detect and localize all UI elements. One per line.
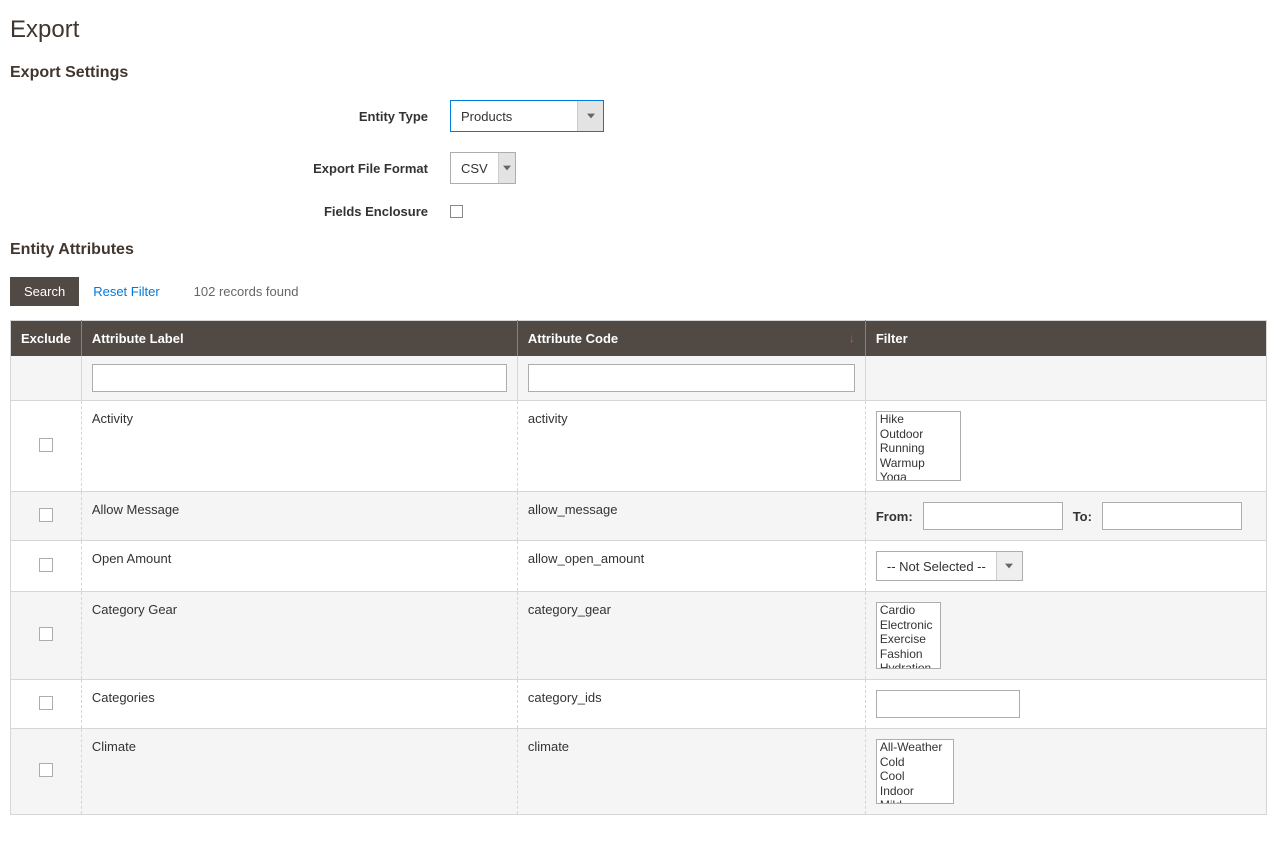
option[interactable]: Yoga xyxy=(877,470,960,481)
entity-attributes-heading: Entity Attributes xyxy=(10,241,1267,259)
attr-label: Climate xyxy=(81,729,517,815)
exclude-checkbox[interactable] xyxy=(39,558,53,572)
filter-attr-code-input[interactable] xyxy=(528,364,855,392)
option[interactable]: Indoor xyxy=(877,784,953,799)
open-amount-select[interactable]: -- Not Selected -- xyxy=(876,551,1023,581)
activity-multiselect[interactable]: Hike Outdoor Running Warmup Yoga xyxy=(876,411,961,481)
export-settings-heading: Export Settings xyxy=(10,64,1267,82)
chevron-down-icon xyxy=(498,153,515,183)
climate-multiselect[interactable]: All-Weather Cold Cool Indoor Mild xyxy=(876,739,954,804)
col-filter: Filter xyxy=(865,321,1266,357)
option[interactable]: Warmup xyxy=(877,456,960,471)
col-exclude: Exclude xyxy=(11,321,82,357)
file-format-select[interactable]: CSV xyxy=(450,152,516,184)
attr-label: Open Amount xyxy=(81,541,517,592)
option[interactable]: Mild xyxy=(877,798,953,804)
attr-code: allow_message xyxy=(517,492,865,541)
fields-enclosure-label: Fields Enclosure xyxy=(10,204,450,219)
file-format-label: Export File Format xyxy=(10,161,450,176)
option[interactable]: Hike xyxy=(877,412,960,427)
attr-code: climate xyxy=(517,729,865,815)
from-input[interactable] xyxy=(923,502,1063,530)
option[interactable]: Cardio xyxy=(877,603,940,618)
chevron-down-icon xyxy=(577,101,603,131)
exclude-checkbox[interactable] xyxy=(39,438,53,452)
file-format-value: CSV xyxy=(451,153,498,183)
col-attr-code[interactable]: Attribute Code ↓ xyxy=(517,321,865,357)
entity-type-label: Entity Type xyxy=(10,109,450,124)
page-title: Export xyxy=(10,16,1267,44)
exclude-checkbox[interactable] xyxy=(39,763,53,777)
option[interactable]: Outdoor xyxy=(877,427,960,442)
gear-multiselect[interactable]: Cardio Electronic Exercise Fashion Hydra… xyxy=(876,602,941,669)
exclude-checkbox[interactable] xyxy=(39,696,53,710)
option[interactable]: Hydration xyxy=(877,661,940,669)
col-attr-label[interactable]: Attribute Label xyxy=(81,321,517,357)
option[interactable]: Running xyxy=(877,441,960,456)
categories-input[interactable] xyxy=(876,690,1020,718)
fields-enclosure-checkbox[interactable] xyxy=(450,205,463,218)
select-value: -- Not Selected -- xyxy=(877,552,996,580)
filter-attr-label-input[interactable] xyxy=(92,364,507,392)
records-found: 102 records found xyxy=(194,284,299,299)
search-button[interactable]: Search xyxy=(10,277,79,306)
col-attr-code-text: Attribute Code xyxy=(528,331,618,346)
option[interactable]: Fashion xyxy=(877,647,940,662)
attr-code: category_ids xyxy=(517,680,865,729)
option[interactable]: Exercise xyxy=(877,632,940,647)
sort-down-icon: ↓ xyxy=(849,331,855,345)
chevron-down-icon xyxy=(996,552,1022,580)
reset-filter-link[interactable]: Reset Filter xyxy=(93,284,159,299)
attr-code: category_gear xyxy=(517,592,865,680)
entity-type-select[interactable]: Products xyxy=(450,100,604,132)
to-input[interactable] xyxy=(1102,502,1242,530)
attr-code: allow_open_amount xyxy=(517,541,865,592)
from-label: From: xyxy=(876,509,913,524)
to-label: To: xyxy=(1073,509,1092,524)
attr-label: Categories xyxy=(81,680,517,729)
option[interactable]: Cool xyxy=(877,769,953,784)
option[interactable]: Electronic xyxy=(877,618,940,633)
attr-label: Allow Message xyxy=(81,492,517,541)
attr-code: activity xyxy=(517,401,865,492)
attr-label: Category Gear xyxy=(81,592,517,680)
option[interactable]: Cold xyxy=(877,755,953,770)
exclude-checkbox[interactable] xyxy=(39,508,53,522)
attr-label: Activity xyxy=(81,401,517,492)
entity-type-value: Products xyxy=(451,101,577,131)
attributes-grid: Exclude Attribute Label Attribute Code ↓… xyxy=(10,320,1267,815)
exclude-checkbox[interactable] xyxy=(39,627,53,641)
option[interactable]: All-Weather xyxy=(877,740,953,755)
